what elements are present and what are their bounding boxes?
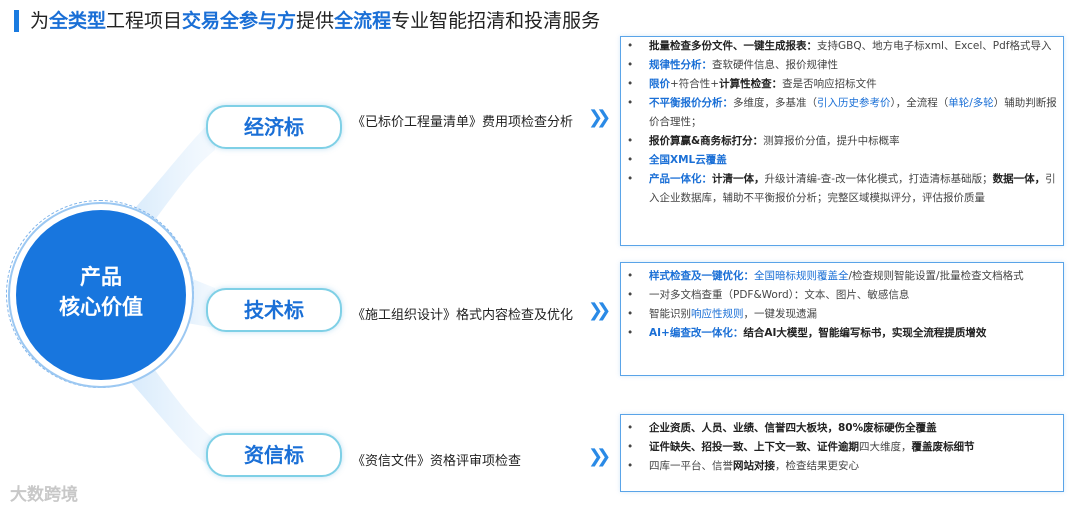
detail-item: 智能识别响应性规则，一键发现遗漏	[621, 305, 1063, 324]
detail-text: 查是否响应招标文件	[782, 78, 877, 90]
detail-item: 证件缺失、招投一致、上下文一致、证件逾期四大维度，覆盖废标细节	[621, 438, 1063, 457]
detail-text: 四库一平台、信誉	[649, 460, 733, 472]
detail-text: 智能识别	[649, 308, 691, 320]
detail-text: 全国暗标规则覆盖全	[754, 270, 849, 282]
title-part: 全流程	[334, 10, 392, 32]
title-part: 交易全参与方	[182, 10, 297, 32]
detail-text: 数据一体，	[992, 173, 1046, 185]
detail-text: AI+编查改一体化：	[649, 327, 744, 339]
core-label: 产品 核心价值	[16, 262, 186, 322]
detail-text: 支持GBQ、地方电子标xml、Excel、Pdf格式导入	[817, 40, 1052, 52]
title-part: 专业智能招清和投清服务	[391, 10, 601, 32]
detail-text: 覆盖废标细节	[911, 441, 975, 453]
detail-text: 产品一体化：	[649, 173, 712, 185]
detail-text: 不平衡报价分析：	[649, 97, 733, 109]
detail-item: 一对多文档查重（PDF&Word）：文本、图片、敏感信息	[621, 286, 1063, 305]
detail-text: 计算性检查：	[719, 78, 783, 90]
detail-item: 企业资质、人员、业绩、信誉四大板块，80%废标硬伤全覆盖	[621, 419, 1063, 438]
detail-box-technical: 样式检查及一键优化：全国暗标规则覆盖全/检查规则智能设置/批量检查文档格式一对多…	[620, 262, 1064, 376]
detail-text: 计清一体，	[712, 173, 765, 185]
core-line1: 产品	[80, 265, 122, 289]
detail-text: 测算报价分值，提升中标概率	[763, 135, 900, 147]
detail-text: 查软硬件信息、报价规律性	[712, 59, 838, 71]
page-title: 为全类型工程项目交易全参与方提供全流程专业智能招清和投清服务	[30, 6, 600, 33]
branch-pill-technical: 技术标	[206, 288, 342, 332]
detail-text: ，一键发现遗漏	[743, 308, 818, 320]
chevron-right-icon: ❯❯	[588, 107, 611, 128]
detail-text: 证件缺失、招投一致、上下文一致、证件逾期	[649, 441, 859, 453]
detail-list: 企业资质、人员、业绩、信誉四大板块，80%废标硬伤全覆盖证件缺失、招投一致、上下…	[621, 415, 1063, 476]
detail-text: 批量检查多份文件、一键生成报表：	[649, 40, 817, 52]
detail-text: 四大维度，	[859, 441, 912, 453]
detail-text: ），全流程（	[890, 97, 949, 109]
detail-item: 全国XML云覆盖	[621, 151, 1063, 170]
core-line2: 核心价值	[59, 295, 143, 319]
detail-text: 响应性规则	[691, 308, 744, 320]
detail-text: 结合AI大模型，智能编写标书，实现全流程提质增效	[743, 327, 987, 339]
detail-box-credit: 企业资质、人员、业绩、信誉四大板块，80%废标硬伤全覆盖证件缺失、招投一致、上下…	[620, 414, 1064, 492]
detail-text: 引入历史参考价	[817, 97, 891, 109]
branch-desc-credit: 《资信文件》资格评审项检查	[352, 454, 522, 469]
detail-list: 批量检查多份文件、一键生成报表：支持GBQ、地方电子标xml、Excel、Pdf…	[621, 37, 1063, 208]
detail-item: 样式检查及一键优化：全国暗标规则覆盖全/检查规则智能设置/批量检查文档格式	[621, 267, 1063, 286]
title-part: 工程项目	[106, 10, 183, 32]
detail-list: 样式检查及一键优化：全国暗标规则覆盖全/检查规则智能设置/批量检查文档格式一对多…	[621, 263, 1063, 343]
detail-text: 单轮/多轮	[948, 97, 994, 109]
detail-item: 产品一体化：计清一体，升级计清编-查-改一体化模式，打造清标基础版；数据一体，引…	[621, 170, 1063, 208]
detail-item: 不平衡报价分析：多维度，多基准（引入历史参考价），全流程（单轮/多轮）辅助判断报…	[621, 94, 1063, 132]
branch-desc-economic: 《已标价工程量清单》费用项检查分析	[352, 115, 574, 130]
detail-text: 全国XML云覆盖	[649, 154, 727, 166]
detail-item: 限价+符合性+计算性检查：查是否响应招标文件	[621, 75, 1063, 94]
detail-text: ，检查结果更安心	[775, 460, 859, 472]
detail-text: 报价算赢&商务标打分：	[649, 135, 764, 147]
detail-text: 网站对接	[733, 460, 775, 472]
detail-item: 规律性分析：查软硬件信息、报价规律性	[621, 56, 1063, 75]
detail-box-economic: 批量检查多份文件、一键生成报表：支持GBQ、地方电子标xml、Excel、Pdf…	[620, 36, 1064, 246]
detail-item: 批量检查多份文件、一键生成报表：支持GBQ、地方电子标xml、Excel、Pdf…	[621, 37, 1063, 56]
branch-desc-technical: 《施工组织设计》格式内容检查及优化	[352, 308, 574, 323]
branch-pill-economic: 经济标	[206, 105, 342, 149]
title-part: 为	[30, 10, 50, 32]
detail-text: 规律性分析：	[649, 59, 712, 71]
detail-text: +符合性+	[670, 78, 720, 90]
watermark: 大数跨境	[10, 485, 78, 505]
title-part: 提供	[296, 10, 335, 32]
title-accent-bar	[14, 10, 19, 32]
chevron-right-icon: ❯❯	[588, 300, 611, 321]
title-part: 全类型	[49, 10, 107, 32]
detail-text: 升级计清编-查-改一体化模式，打造清标基础版；	[764, 173, 993, 185]
detail-item: AI+编查改一体化：结合AI大模型，智能编写标书，实现全流程提质增效	[621, 324, 1063, 343]
detail-text: 企业资质、人员、业绩、信誉四大板块，80%废标硬伤全覆盖	[649, 422, 937, 434]
branch-pill-credit: 资信标	[206, 433, 342, 477]
detail-text: 多维度，多基准（	[733, 97, 817, 109]
detail-text: 限价	[649, 78, 670, 90]
chevron-right-icon: ❯❯	[588, 446, 611, 467]
detail-text: /检查规则智能设置/批量检查文档格式	[848, 270, 1024, 282]
detail-item: 四库一平台、信誉网站对接，检查结果更安心	[621, 457, 1063, 476]
detail-item: 报价算赢&商务标打分：测算报价分值，提升中标概率	[621, 132, 1063, 151]
detail-text: 一对多文档查重（PDF&Word）：文本、图片、敏感信息	[649, 289, 910, 301]
detail-text: 样式检查及一键优化：	[649, 270, 754, 282]
